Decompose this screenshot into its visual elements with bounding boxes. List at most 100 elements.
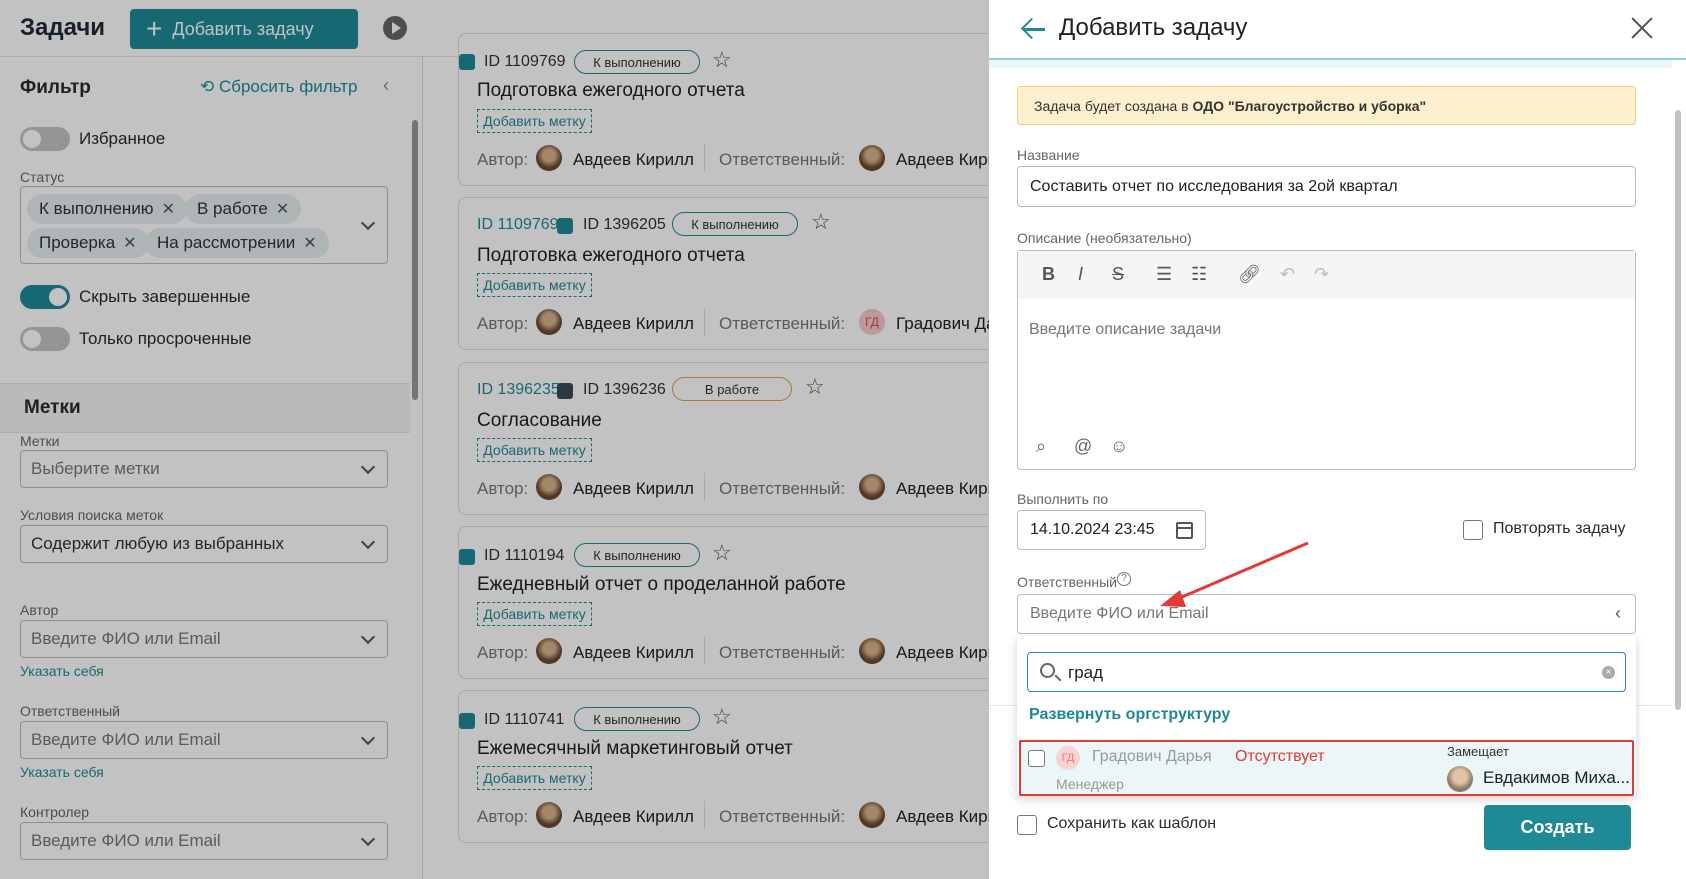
due-date-input[interactable]: 14.10.2024 23:45 (1017, 510, 1206, 550)
author-input[interactable]: Введите ФИО или Email (20, 620, 388, 658)
close-icon: ✕ (275, 201, 290, 218)
only-overdue-toggle[interactable] (20, 327, 70, 351)
add-tag-button[interactable]: Добавить метку (477, 438, 592, 462)
hide-completed-label: Скрыть завершенные (79, 287, 251, 306)
star-icon[interactable]: ☆ (805, 374, 825, 400)
hide-completed-toggle[interactable] (20, 285, 70, 309)
create-button[interactable]: Создать (1484, 805, 1631, 850)
chevron-down-icon (360, 534, 376, 550)
task-title[interactable]: Ежемесячный маркетинговый отчет (477, 738, 793, 760)
panel-scrollbar[interactable] (1675, 110, 1681, 710)
parent-id-link[interactable]: ID 1396235 (477, 381, 560, 399)
bold-icon[interactable]: B (1042, 264, 1055, 285)
add-task-button[interactable]: + Добавить задачу (130, 9, 358, 49)
add-tag-button[interactable]: Добавить метку (477, 766, 592, 790)
status-chip[interactable]: К выполнению ✕ (27, 194, 187, 224)
task-card[interactable]: ID 1109769 ID 1396205 К выполнению ☆ Под… (458, 197, 1023, 350)
sidebar-scrollbar[interactable] (412, 120, 418, 400)
due-label: Выполнить по (1017, 491, 1109, 507)
task-card[interactable]: ID 1110194 К выполнению ☆ Ежедневный отч… (458, 526, 1017, 679)
author-label: Автор (20, 602, 59, 618)
play-icon[interactable] (383, 16, 407, 40)
responsible-dropdown: град × Развернуть оргструктуру ГД Градов… (1017, 636, 1636, 796)
option-checkbox[interactable] (1028, 750, 1045, 767)
redo-icon[interactable]: ↷ (1314, 264, 1329, 285)
save-template-checkbox[interactable] (1017, 815, 1037, 835)
mention-icon[interactable]: @ (1074, 436, 1092, 457)
back-arrow-icon[interactable] (1021, 16, 1047, 42)
undo-icon[interactable]: ↶ (1280, 264, 1295, 285)
avatar (536, 309, 562, 335)
strikethrough-icon[interactable]: S (1112, 264, 1124, 285)
tags-section[interactable]: Метки (0, 383, 410, 433)
responsible-input[interactable]: Введите ФИО или Email ‹ (1017, 594, 1636, 634)
bullet-list-icon[interactable]: ☰ (1156, 264, 1172, 285)
responsible-input[interactable]: Введите ФИО или Email (20, 721, 388, 759)
italic-icon[interactable]: I (1078, 264, 1083, 285)
link-icon[interactable]: 🔗︎ (1238, 264, 1261, 285)
task-title[interactable]: Подготовка ежегодного отчета (477, 245, 745, 267)
filter-sidebar: Фильтр ⟲ Сбросить фильтр ‹ Избранное Ста… (0, 57, 423, 879)
page-title: Задачи (20, 14, 106, 41)
option-role: Менеджер (1056, 776, 1124, 792)
calendar-icon[interactable] (1176, 522, 1193, 539)
status-select[interactable]: К выполнению ✕ В работе ✕ Проверка ✕ На рас… (20, 186, 388, 264)
description-placeholder: Введите описание задачи (1029, 321, 1222, 338)
task-title[interactable]: Подготовка ежегодного отчета (477, 80, 745, 102)
editor-toolbar: B I S ☰ ☷ 🔗︎ ↶ ↷ (1018, 251, 1635, 299)
chevron-down-icon (360, 730, 376, 746)
task-title[interactable]: Ежедневный отчет о проделанной работе (477, 574, 846, 596)
numbered-list-icon[interactable]: ☷ (1191, 264, 1207, 285)
emoji-icon[interactable]: ☺ (1110, 436, 1128, 457)
star-icon[interactable]: ☆ (712, 47, 732, 73)
avatar (859, 638, 885, 664)
status-chip[interactable]: На рассмотрении ✕ (145, 228, 329, 258)
star-icon[interactable]: ☆ (811, 209, 831, 235)
star-icon[interactable]: ☆ (712, 704, 732, 730)
status-chip[interactable]: В работе ✕ (185, 194, 302, 224)
task-card[interactable]: ID 1396235 ID 1396236 В работе ☆ Согласо… (458, 362, 1017, 515)
task-title[interactable]: Согласование (477, 410, 602, 432)
header-strip (989, 60, 1672, 68)
tags-select[interactable]: Выберите метки (20, 450, 388, 488)
status-badge: В работе (672, 377, 792, 401)
task-icon (459, 54, 475, 70)
status-badge: К выполнению (574, 50, 700, 74)
task-card[interactable]: ID 1110741 К выполнению ☆ Ежемесячный ма… (458, 690, 1017, 843)
name-input[interactable]: Составить отчет по исследования за 2ой к… (1017, 166, 1636, 207)
plus-icon: + (146, 13, 163, 44)
reset-filter-link[interactable]: ⟲ Сбросить фильтр (200, 77, 357, 97)
deputy-name: Евдакимов Миха... (1483, 768, 1630, 787)
chevron-left-icon: ‹ (1615, 603, 1621, 623)
option-name: Градович Дарья (1092, 748, 1212, 765)
description-editor[interactable]: B I S ☰ ☷ 🔗︎ ↶ ↷ Введите описание задачи… (1017, 250, 1636, 470)
panel-header: Добавить задачу (989, 0, 1686, 60)
add-tag-button[interactable]: Добавить метку (477, 273, 592, 297)
close-icon: ✕ (123, 235, 137, 252)
tag-search-select[interactable]: Содержит любую из выбранных (20, 525, 388, 563)
clear-icon[interactable]: × (1602, 666, 1615, 679)
assign-self-link[interactable]: Указать себя (20, 764, 104, 780)
chevron-down-icon (360, 215, 376, 231)
help-icon[interactable]: ? (1117, 572, 1131, 586)
assign-self-link[interactable]: Указать себя (20, 663, 104, 679)
repeat-label: Повторять задачу (1493, 520, 1626, 537)
avatar (536, 474, 562, 500)
add-tag-button[interactable]: Добавить метку (477, 602, 592, 626)
search-input[interactable]: град × (1027, 652, 1626, 692)
star-icon[interactable]: ☆ (712, 540, 732, 566)
parent-id-link[interactable]: ID 1109769 (477, 216, 559, 234)
collapse-icon[interactable]: ‹ (383, 75, 389, 96)
close-icon[interactable] (1628, 14, 1656, 42)
expand-org-link[interactable]: Развернуть оргструктуру (1029, 706, 1230, 724)
controller-input[interactable]: Введите ФИО или Email (20, 822, 388, 860)
divider (704, 308, 705, 336)
status-chip[interactable]: Проверка ✕ (27, 228, 149, 258)
status-badge: К выполнению (574, 543, 700, 567)
attach-icon[interactable]: ⌕ (1036, 436, 1046, 457)
user-option[interactable]: ГД Градович Дарья Отсутствует Менеджер З… (1019, 740, 1634, 796)
repeat-checkbox[interactable] (1463, 520, 1483, 540)
add-tag-button[interactable]: Добавить метку (477, 109, 592, 133)
favorites-toggle[interactable] (20, 127, 70, 151)
task-card[interactable]: ID 1109769 К выполнению ☆ Подготовка еже… (458, 33, 1017, 186)
